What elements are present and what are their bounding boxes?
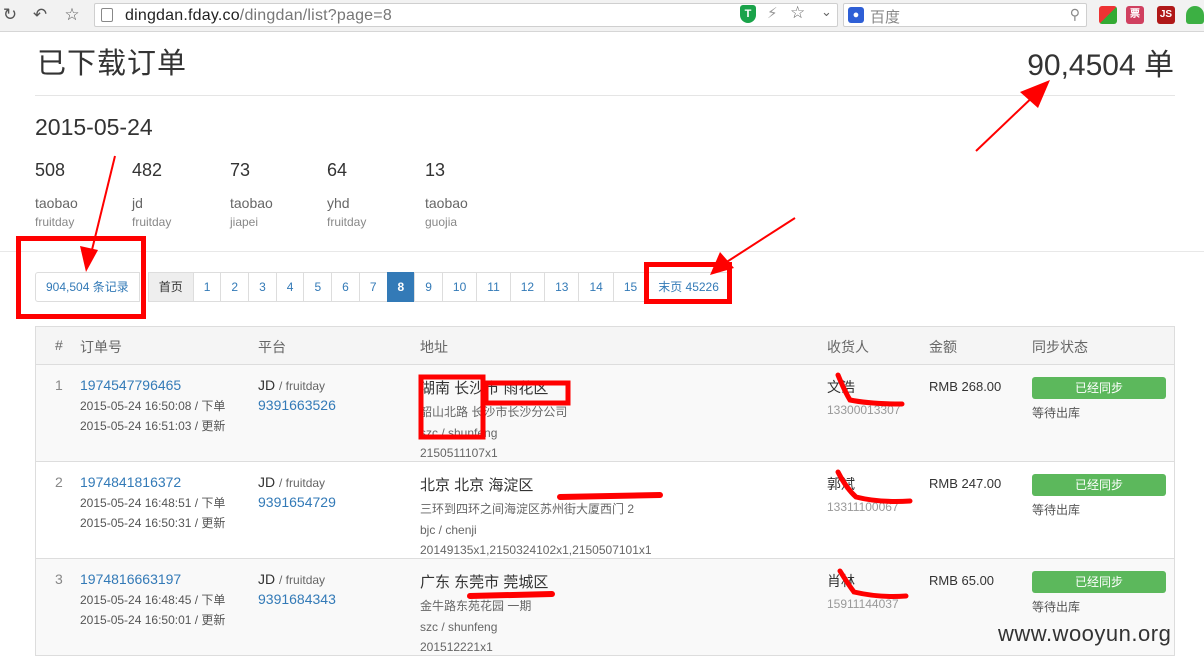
- arrow-record-count: [89, 155, 116, 259]
- redaction-box: [418, 374, 486, 440]
- redaction-marks: [418, 372, 913, 599]
- redaction-squiggle: [835, 372, 905, 407]
- arrowhead-record-count: [80, 246, 98, 272]
- annotation-layer: [80, 80, 1050, 599]
- arrowhead-last-page: [710, 252, 734, 275]
- arrow-last-page: [721, 217, 796, 266]
- redaction-squiggle: [835, 469, 913, 504]
- redaction-stroke: [557, 492, 663, 500]
- watermark: www.wooyun.org: [998, 621, 1172, 646]
- redaction-box: [483, 380, 571, 406]
- annotation-arrows: [80, 80, 1050, 275]
- redaction-squiggle: [837, 568, 909, 599]
- redaction-stroke: [467, 591, 555, 599]
